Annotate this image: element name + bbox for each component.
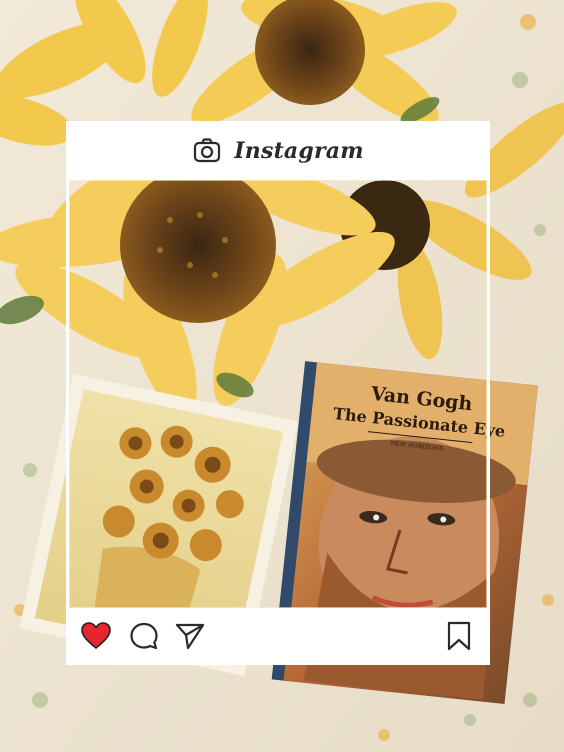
- brand-name: Instagram: [234, 137, 364, 164]
- photo-border: [69, 180, 487, 608]
- post-header: Instagram: [66, 121, 490, 180]
- heart-icon[interactable]: [80, 620, 112, 652]
- bookmark-icon[interactable]: [443, 620, 475, 652]
- frame-right-border: [487, 180, 490, 608]
- post-actions: [66, 608, 490, 665]
- send-icon[interactable]: [174, 620, 206, 652]
- camera-icon: [194, 137, 221, 162]
- comment-icon[interactable]: [128, 620, 160, 652]
